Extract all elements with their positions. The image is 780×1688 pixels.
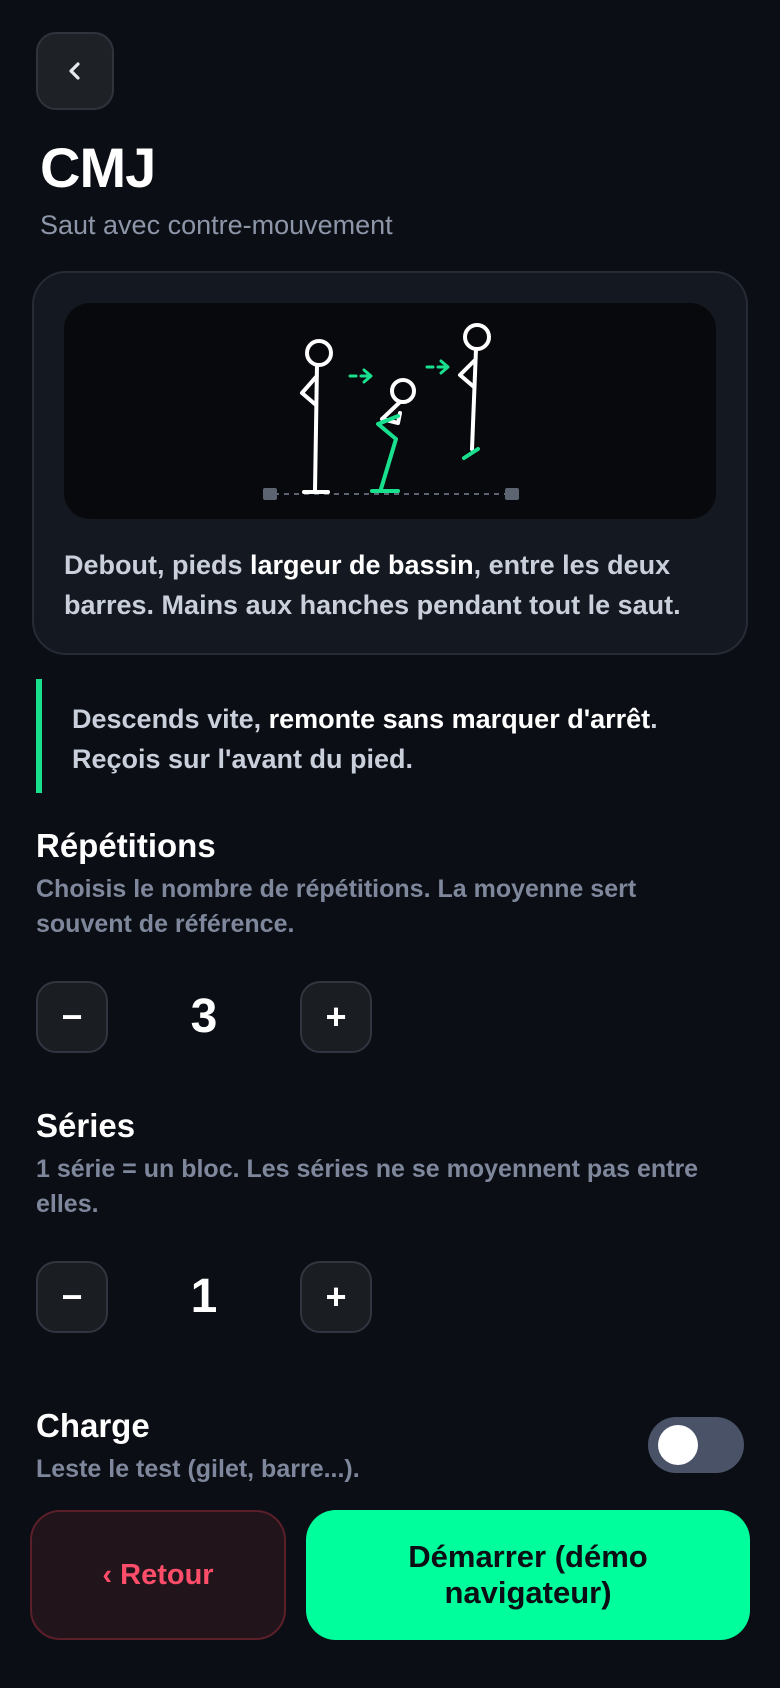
technique-tip: Descends vite, remonte sans marquer d'ar… (36, 679, 742, 793)
series-increment-button[interactable]: + (300, 1261, 372, 1333)
setup-instructions: Debout, pieds largeur de bassin, entre l… (64, 550, 681, 620)
repetitions-decrement-button[interactable]: − (36, 981, 108, 1053)
tip-text: Descends vite, remonte sans marquer d'ar… (72, 704, 658, 774)
cmj-illustration (64, 303, 716, 519)
back-button[interactable] (36, 32, 114, 110)
start-demo-button[interactable]: Démarrer (démo navigateur) (306, 1510, 750, 1640)
figure-squat (370, 378, 416, 493)
page-title: CMJ (40, 136, 156, 199)
repetitions-description: Choisis le nombre de répétitions. La moy… (36, 875, 637, 938)
figure-standing (300, 339, 333, 494)
instruction-card: Debout, pieds largeur de bassin, entre l… (32, 271, 748, 655)
toggle-knob (658, 1425, 698, 1465)
charge-description: Leste le test (gilet, barre...). (36, 1455, 360, 1483)
series-title: Séries (36, 1107, 136, 1144)
chevron-left-icon (69, 62, 80, 80)
series-value: 1 (190, 1270, 218, 1323)
figure-jump (458, 323, 491, 460)
page-subtitle: Saut avec contre-mouvement (40, 210, 393, 240)
charge-toggle[interactable] (648, 1417, 744, 1473)
charge-title: Charge (36, 1407, 150, 1444)
series-description: 1 série = un bloc. Les séries ne se moye… (36, 1155, 699, 1218)
cmj-jump-sequence-illustration (263, 323, 519, 500)
repetitions-title: Répétitions (36, 827, 216, 864)
retour-button[interactable]: ‹ Retour (30, 1510, 286, 1640)
repetitions-value: 3 (190, 990, 218, 1043)
series-decrement-button[interactable]: − (36, 1261, 108, 1333)
repetitions-increment-button[interactable]: + (300, 981, 372, 1053)
